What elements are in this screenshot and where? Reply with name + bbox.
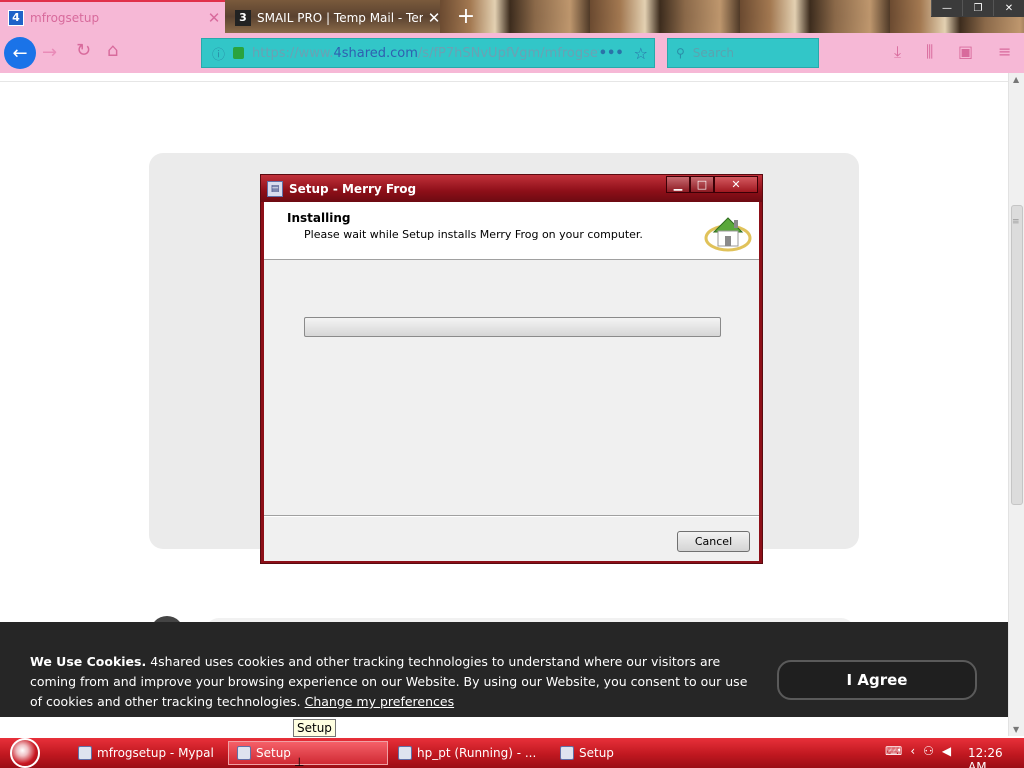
cookie-banner: We Use Cookies. 4shared uses cookies and…: [0, 622, 1008, 717]
page-actions-icon[interactable]: •••: [599, 46, 624, 61]
mouse-cursor-icon: ⊥: [294, 755, 305, 768]
scroll-down-icon[interactable]: ▼: [1013, 725, 1019, 734]
installing-heading: Installing: [287, 211, 351, 225]
scrollbar-thumb[interactable]: [1011, 205, 1023, 505]
dialog-header: Installing Please wait while Setup insta…: [264, 202, 759, 260]
navigation-toolbar: ← → ↻ ⌂ ⓘ https://www.4shared.com/s/fP7h…: [0, 33, 1024, 73]
minimize-window-button[interactable]: —: [931, 0, 962, 16]
window-controls: — ❐ ✕: [931, 0, 1024, 17]
cancel-button[interactable]: Cancel: [677, 531, 750, 552]
start-button[interactable]: [8, 738, 46, 768]
search-placeholder: Search: [692, 46, 735, 60]
home-button[interactable]: ⌂: [107, 40, 118, 61]
info-icon[interactable]: ⓘ: [212, 44, 225, 63]
4shared-favicon: 4: [8, 9, 24, 26]
page-divider: [0, 81, 1008, 82]
tab-mfrogsetup[interactable]: 4 mfrogsetup ✕: [0, 2, 225, 33]
dialog-body: Installing Please wait while Setup insta…: [264, 202, 759, 561]
tab-close-icon[interactable]: ✕: [203, 9, 225, 27]
taskbar-item-label: hp_pt (Running) - ...: [417, 746, 537, 760]
tab-close-icon[interactable]: ✕: [423, 9, 445, 27]
dialog-close-button[interactable]: ✕: [714, 176, 758, 193]
taskbar-item-setup-active[interactable]: Setup: [228, 741, 388, 765]
taskbar-item-label: Setup: [579, 746, 614, 760]
reload-icon: ↻: [76, 40, 92, 61]
url-bar[interactable]: ⓘ https://www.4shared.com/s/fP7hSNvUpfVg…: [201, 38, 655, 68]
cookie-message: We Use Cookies. 4shared uses cookies and…: [30, 652, 755, 712]
browser-tab-bar: 4 mfrogsetup ✕ 3 SMAIL PRO | Temp Mail -…: [0, 0, 1024, 33]
taskbar: mfrogsetup - Mypal Setup hp_pt (Running)…: [0, 738, 1024, 768]
arrow-right-icon: →: [42, 42, 58, 63]
dialog-minimize-button[interactable]: ▁: [666, 176, 690, 193]
clock[interactable]: 12:26 AM: [968, 746, 1024, 768]
dialog-divider-highlight: [264, 516, 759, 517]
tab-title: mfrogsetup: [30, 10, 100, 25]
i-agree-button[interactable]: I Agree: [777, 660, 977, 700]
url-domain: 4shared.com: [333, 45, 418, 61]
search-icon: ⚲: [676, 46, 685, 60]
lock-icon[interactable]: [233, 47, 245, 59]
system-tray: ⌨ ‹ ⚇ ◀: [885, 744, 959, 758]
tab-smail-pro[interactable]: 3 SMAIL PRO | Temp Mail - Tem ✕: [227, 2, 445, 33]
forward-button[interactable]: →: [42, 42, 57, 63]
house-icon: [704, 217, 752, 252]
installing-description: Please wait while Setup installs Merry F…: [304, 228, 643, 241]
sidebar-icon[interactable]: ▣: [958, 42, 973, 61]
install-progress-bar: [304, 317, 721, 337]
close-window-button[interactable]: ✕: [993, 0, 1024, 16]
scroll-grip-icon: ≡: [1012, 217, 1020, 227]
browser-icon: [78, 746, 92, 760]
arrow-left-icon: ←: [12, 42, 28, 64]
download-icon[interactable]: ⤓: [894, 42, 901, 62]
scroll-up-icon[interactable]: ▲: [1013, 75, 1019, 84]
page-scrollbar[interactable]: ▲ ≡ ▼: [1008, 73, 1024, 736]
url-path: /s/fP7hSNvUpfVgm/mfrogsetup: [417, 45, 599, 61]
setup-icon: [237, 746, 251, 760]
keyboard-icon[interactable]: ⌨: [885, 744, 902, 758]
taskbar-tooltip: Setup: [293, 719, 336, 737]
taskbar-item-mypal[interactable]: mfrogsetup - Mypal: [78, 741, 223, 765]
dialog-title-bar[interactable]: ▤ Setup - Merry Frog ▁ □ ✕: [261, 175, 762, 202]
tab-title: SMAIL PRO | Temp Mail - Tem: [257, 10, 423, 25]
cookie-lead: We Use Cookies.: [30, 654, 147, 669]
taskbar-item-label: Setup: [256, 746, 291, 760]
dialog-window-controls: ▁ □ ✕: [666, 176, 758, 193]
setup-app-icon: ▤: [267, 180, 283, 197]
volume-icon[interactable]: ◀: [942, 744, 951, 758]
menu-icon[interactable]: ≡: [998, 42, 1011, 61]
vm-icon: [398, 746, 412, 760]
taskbar-item-label: mfrogsetup - Mypal: [97, 746, 214, 760]
network-icon[interactable]: ⚇: [923, 744, 934, 758]
smail-favicon: 3: [235, 9, 251, 26]
reload-button[interactable]: ↻: [76, 40, 91, 61]
restore-window-button[interactable]: ❐: [962, 0, 993, 16]
library-icon[interactable]: ⫼: [926, 42, 933, 62]
taskbar-item-setup[interactable]: Setup: [560, 741, 700, 765]
back-button[interactable]: ←: [4, 37, 36, 69]
taskbar-item-hp-pt[interactable]: hp_pt (Running) - ...: [398, 741, 543, 765]
tray-expand-icon[interactable]: ‹: [910, 744, 915, 758]
change-preferences-link[interactable]: Change my preferences: [305, 694, 455, 709]
dialog-title: Setup - Merry Frog: [289, 181, 417, 196]
url-prefix: https://www.: [252, 45, 334, 61]
bookmark-star-icon[interactable]: ☆: [634, 44, 648, 63]
url-text[interactable]: https://www.4shared.com/s/fP7hSNvUpfVgm/…: [252, 46, 599, 61]
search-bar[interactable]: ⚲ Search: [667, 38, 819, 68]
new-tab-button[interactable]: +: [455, 4, 477, 29]
setup-dialog: ▤ Setup - Merry Frog ▁ □ ✕ Installing Pl…: [260, 174, 763, 564]
dialog-maximize-button[interactable]: □: [690, 176, 714, 193]
home-icon: ⌂: [107, 40, 119, 61]
start-orb-icon: [10, 738, 40, 768]
setup-icon: [560, 746, 574, 760]
